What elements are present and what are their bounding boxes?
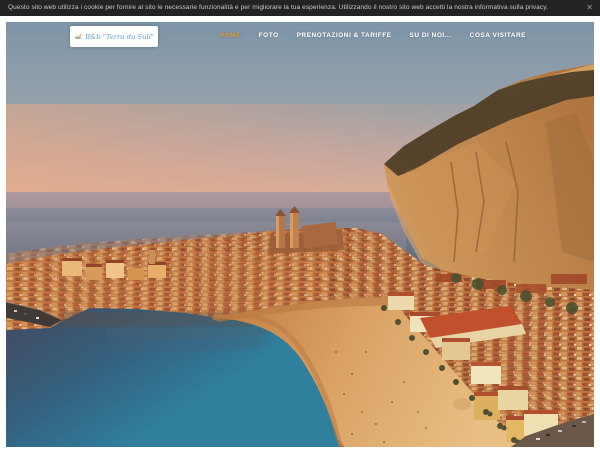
hero-image: B&b "Terra du Suli" HOME FOTO PRENOTAZIO…: [6, 22, 594, 447]
boat-logo-icon: [74, 34, 82, 39]
site-logo[interactable]: B&b "Terra du Suli": [70, 26, 158, 47]
main-nav: HOME FOTO PRENOTAZIONI & TARIFFE SU DI N…: [219, 32, 526, 39]
nav-item-foto[interactable]: FOTO: [259, 32, 279, 39]
nav-item-prenotazioni-tariffe[interactable]: PRENOTAZIONI & TARIFFE: [297, 32, 392, 39]
cefalu-sunset-scene: [6, 22, 594, 447]
brand-name: B&b "Terra du Suli": [85, 32, 154, 41]
close-icon[interactable]: ✕: [586, 0, 593, 16]
nav-item-home[interactable]: HOME: [219, 32, 241, 39]
nav-item-su-di-noi[interactable]: SU DI NOI...: [410, 32, 452, 39]
cookie-message: Questo sito web utilizza i cookie per fo…: [8, 4, 549, 11]
navbar: B&b "Terra du Suli" HOME FOTO PRENOTAZIO…: [6, 22, 594, 56]
nav-item-cosa-visitare[interactable]: COSA VISITARE: [470, 32, 526, 39]
cookie-banner: Questo sito web utilizza i cookie per fo…: [0, 0, 600, 16]
